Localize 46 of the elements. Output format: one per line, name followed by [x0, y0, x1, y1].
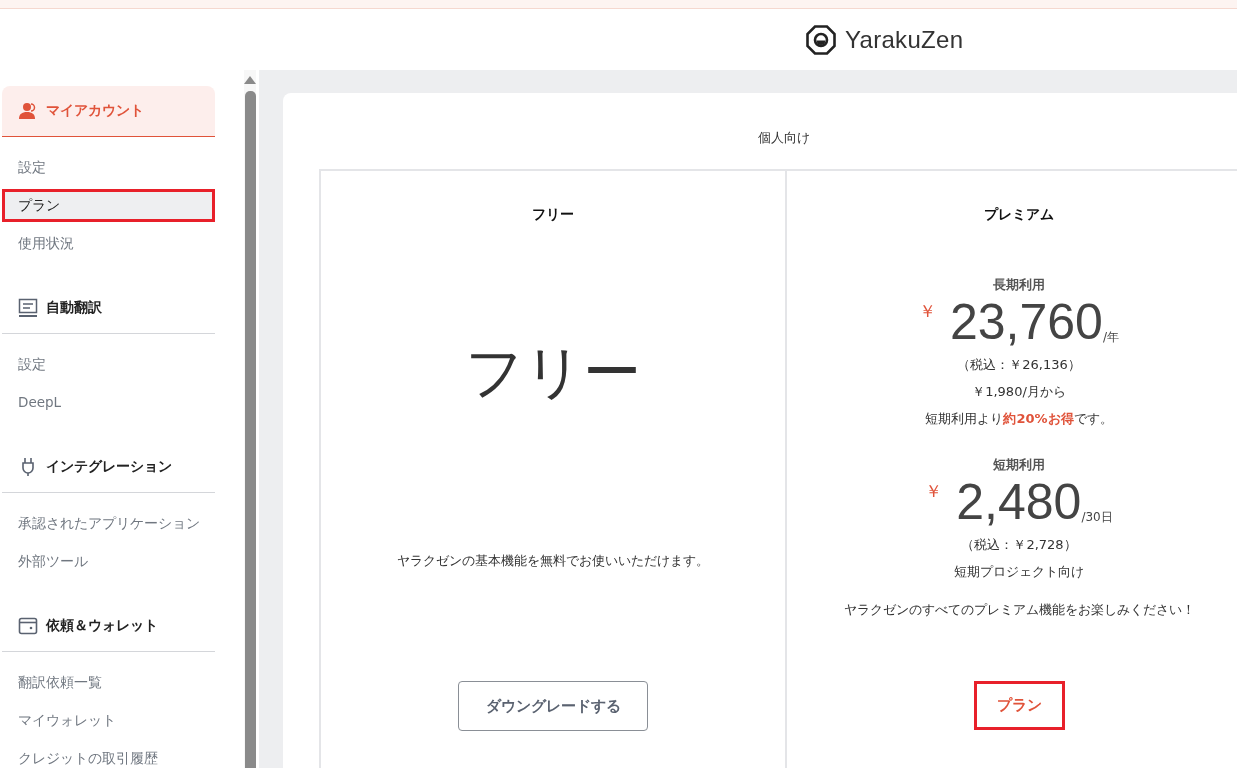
section-header[interactable]: 依頼＆ウォレット [2, 601, 215, 652]
sidebar-item[interactable]: 設定 [2, 348, 215, 381]
scroll-up-arrow-icon[interactable] [244, 76, 256, 84]
price-label: 長期利用 [993, 276, 1045, 294]
section-title: 自動翻訳 [46, 299, 102, 317]
person-icon [18, 101, 38, 121]
currency-symbol: ￥ [925, 483, 943, 500]
section-header[interactable]: マイアカウント [2, 86, 215, 137]
plan-headline: フリー [465, 337, 641, 408]
section-title: 依頼＆ウォレット [46, 617, 158, 635]
sidebar-item[interactable]: 使用状況 [2, 227, 215, 260]
price-label: 短期利用 [993, 456, 1045, 474]
plan-name: フリー [532, 206, 574, 224]
price-amount: 2,480 [956, 477, 1082, 527]
plan-description: ヤラクゼンの基本機能を無料でお使いいただけます。 [397, 552, 709, 570]
octagon-logo-icon [806, 24, 836, 55]
sidebar-item[interactable]: DeepL [2, 386, 215, 419]
sidebar-item[interactable]: 外部ツール [2, 545, 215, 578]
plan-button[interactable]: プラン [973, 681, 1065, 730]
wallet-icon [18, 616, 38, 636]
currency-symbol: ￥ [919, 303, 936, 320]
section-heading: 個人向け [757, 129, 811, 147]
section-title: マイアカウント [46, 102, 144, 120]
text-screen-icon [18, 298, 38, 318]
section-header[interactable]: 自動翻訳 [2, 283, 215, 334]
downgrade-button[interactable]: ダウングレードする [458, 681, 648, 731]
price-unit: /年 [1102, 331, 1119, 343]
sidebar-item[interactable]: 設定 [2, 151, 215, 184]
sidebar-item[interactable]: マイウォレット [2, 704, 215, 737]
price-unit: /30日 [1081, 511, 1113, 523]
logo-text: YarakuZen [845, 25, 964, 54]
plan-name: プレミアム [984, 206, 1054, 224]
plan-description: ヤラクゼンのすべてのプレミアム機能をお楽しみください！ [843, 601, 1195, 619]
sidebar-item[interactable]: プラン [2, 189, 215, 222]
scrollbar-thumb[interactable] [244, 91, 256, 768]
price-note: ￥1,980/月から [972, 383, 1066, 401]
sidebar-item[interactable]: 翻訳依頼一覧 [2, 666, 215, 699]
sidebar-item[interactable]: 承認されたアプリケーション [2, 507, 215, 540]
sidebar-item[interactable]: クレジットの取引履歴 [2, 742, 215, 768]
price-note: （税込：￥26,136） [957, 356, 1081, 374]
price-note: 短期利用より約20%お得です。 [925, 410, 1113, 428]
price-amount: 23,760 [950, 297, 1103, 347]
price-note: （税込：￥2,728） [961, 536, 1077, 554]
section-header[interactable]: インテグレーション [2, 442, 215, 493]
price-note: 短期プロジェクト向け [954, 563, 1084, 581]
section-title: インテグレーション [46, 458, 172, 476]
